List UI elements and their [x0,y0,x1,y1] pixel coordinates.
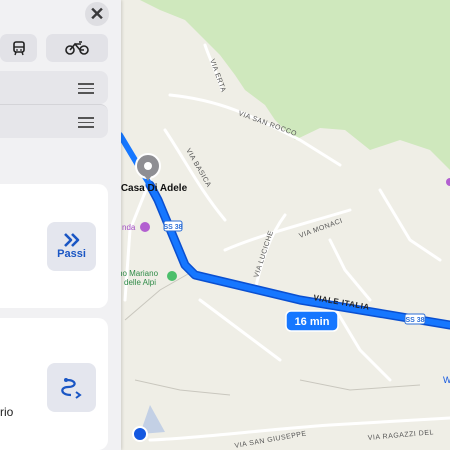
user-location-dot [132,426,148,442]
train-icon [12,41,25,56]
bicycle-mode-button[interactable] [46,34,108,62]
partial-route-text: rio [0,405,14,419]
steps-button[interactable]: Passi [47,222,96,271]
place-name-label[interactable]: Casa Di Adele [121,183,188,194]
close-button[interactable]: ✕ [85,2,109,26]
route-alternative-button[interactable] [47,363,96,412]
waypoint-row-1[interactable] [0,71,108,104]
ss38-shield-b: SS 38 [404,313,426,325]
waypoint-row-2[interactable] [0,104,108,138]
poi-label-2: no Mariano delle Alpi [118,269,159,287]
label-edge-w: W [443,375,450,385]
route-option-card-2[interactable] [0,318,108,450]
route-swap-icon [60,377,82,399]
reorder-handle-icon[interactable] [78,83,94,94]
reorder-handle-icon[interactable] [78,117,94,128]
svg-text:16 min: 16 min [295,316,330,328]
svg-text:SS 38: SS 38 [405,317,424,324]
poi-label-1: nda [122,223,136,232]
poi-hotel-icon[interactable] [140,222,150,232]
bicycle-icon [65,41,89,55]
transit-mode-button[interactable] [0,34,37,62]
svg-text:SS 38: SS 38 [163,224,182,231]
route-time-badge[interactable]: 16 min [285,310,339,332]
route-option-card-1[interactable]: Passi [0,184,108,308]
double-chevron-icon [63,233,79,247]
poi-park-icon[interactable] [167,271,177,281]
close-icon: ✕ [89,3,105,24]
ss38-shield-a: SS 38 [163,220,183,232]
directions-panel: ✕ Passi rio [0,0,121,450]
steps-label: Passi [57,248,86,260]
